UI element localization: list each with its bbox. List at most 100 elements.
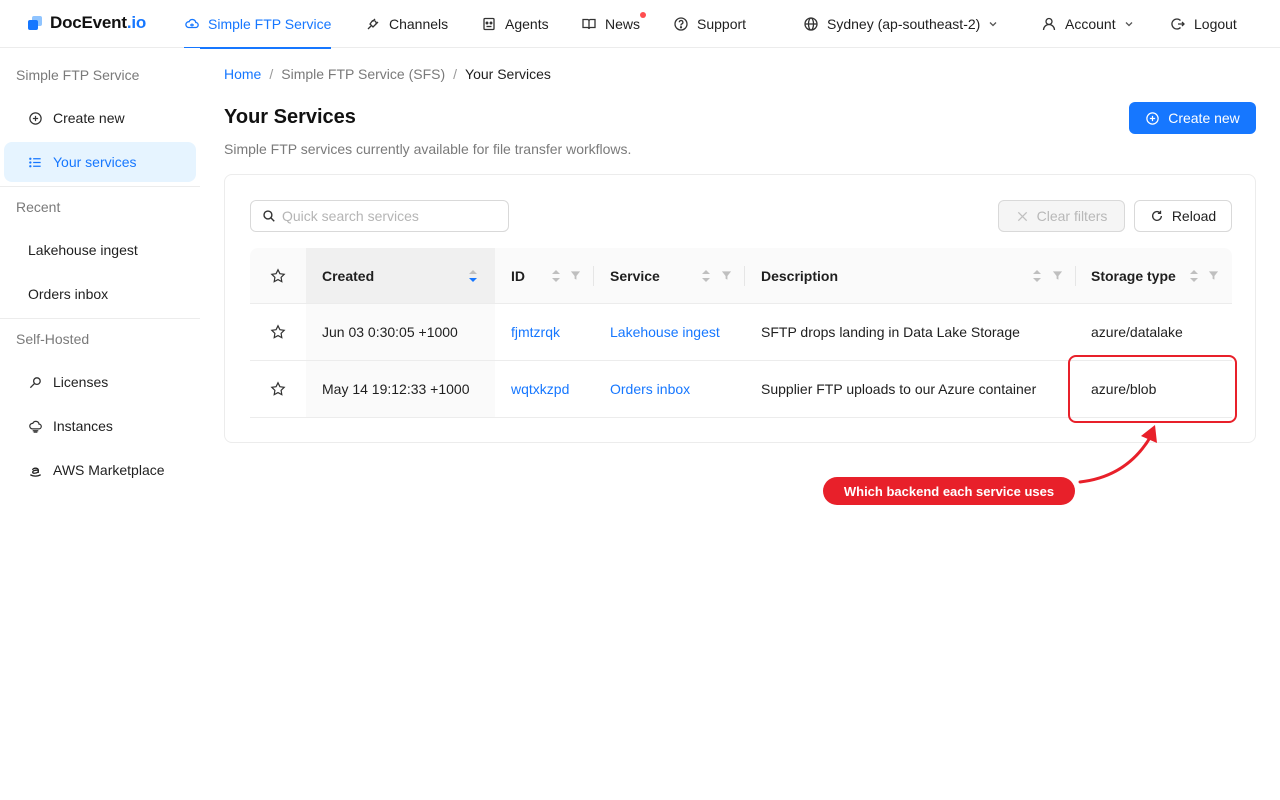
sidebar-item-label: AWS Marketplace (53, 462, 165, 478)
plus-circle-icon (1146, 111, 1159, 125)
sort-icon[interactable] (551, 268, 561, 284)
description-cell: Supplier FTP uploads to our Azure contai… (761, 381, 1037, 397)
sidebar-item-your-services[interactable]: Your services (4, 142, 196, 182)
question-circle-icon (674, 17, 688, 31)
nav-label: Simple FTP Service (208, 16, 332, 32)
page-subtitle: Simple FTP services currently available … (224, 141, 632, 157)
sidebar-item-lakehouse-ingest[interactable]: Lakehouse ingest (4, 230, 196, 270)
clear-filters-button: Clear filters (998, 200, 1125, 232)
breadcrumb-section[interactable]: Simple FTP Service (SFS) (281, 66, 445, 82)
sort-icon[interactable] (1189, 268, 1199, 284)
breadcrumb-separator: / (453, 66, 458, 82)
amazon-icon (29, 467, 42, 477)
sidebar-item-label: Your services (53, 154, 137, 170)
close-icon (1017, 211, 1027, 221)
button-label: Create new (1168, 110, 1240, 126)
filter-icon[interactable] (1208, 270, 1219, 281)
plus-circle-icon (29, 111, 42, 125)
column-label: Storage type (1091, 267, 1176, 284)
service-name-link[interactable]: Lakehouse ingest (610, 324, 720, 340)
sidebar-item-instances[interactable]: Instances (4, 406, 196, 446)
key-icon (29, 376, 41, 388)
favorite-toggle[interactable] (250, 304, 306, 360)
sidebar-item-label: Lakehouse ingest (28, 242, 138, 258)
nav-label: News (605, 16, 641, 32)
account-menu[interactable]: Account (1041, 0, 1134, 48)
cloud-icon (185, 18, 199, 29)
column-label: ID (511, 267, 525, 284)
plug-icon (367, 18, 379, 30)
top-navigation-bar: DocEvent.io Simple FTP Service Channels … (0, 0, 1280, 49)
sort-descending-icon[interactable] (468, 268, 478, 284)
star-icon (270, 324, 286, 339)
table-row[interactable]: Jun 03 0:30:05 +1000 fjmtzrqk Lakehouse … (250, 304, 1232, 361)
sidebar-item-create-new[interactable]: Create new (4, 98, 196, 138)
column-label: Service (610, 267, 660, 284)
service-cell: Orders inbox (594, 361, 745, 417)
button-label: Clear filters (1036, 208, 1108, 224)
favorite-toggle[interactable] (250, 361, 306, 417)
nav-support[interactable]: Support (673, 0, 746, 48)
brand-logo[interactable]: DocEvent.io (28, 13, 146, 33)
breadcrumb-home[interactable]: Home (224, 66, 261, 82)
column-header-created[interactable]: Created (306, 248, 495, 303)
breadcrumb-separator: / (269, 66, 274, 82)
table-header: Created ID Service Description Storage t… (250, 248, 1232, 304)
book-icon (582, 18, 596, 30)
nav-news[interactable]: News (581, 0, 647, 48)
sidebar-item-orders-inbox[interactable]: Orders inbox (4, 274, 196, 314)
sidebar-item-licenses[interactable]: Licenses (4, 362, 196, 402)
filter-icon[interactable] (1052, 270, 1063, 281)
nav-channels[interactable]: Channels (365, 0, 448, 48)
chevron-down-icon (989, 22, 997, 27)
globe-icon (804, 17, 818, 31)
created-cell: Jun 03 0:30:05 +1000 (306, 304, 495, 360)
annotation-highlight-box (1068, 355, 1237, 423)
star-column-header[interactable] (250, 248, 306, 303)
created-cell: May 14 19:12:33 +1000 (306, 361, 495, 417)
logo-icon (28, 16, 42, 30)
nav-simple-ftp-service[interactable]: Simple FTP Service (184, 0, 332, 49)
sidebar-item-label: Instances (53, 418, 113, 434)
star-icon (270, 381, 286, 396)
star-icon (270, 267, 286, 283)
filter-icon[interactable] (721, 270, 732, 281)
notification-dot (640, 12, 647, 18)
search-box[interactable] (250, 200, 509, 232)
sidebar-item-label: Licenses (53, 374, 109, 390)
reload-icon (1151, 210, 1162, 221)
reload-button[interactable]: Reload (1134, 200, 1232, 232)
sidebar-item-aws-marketplace[interactable]: AWS Marketplace (4, 450, 196, 490)
brand-name: DocEvent.io (50, 13, 147, 32)
sort-icon[interactable] (701, 268, 711, 284)
logout-label: Logout (1194, 16, 1237, 32)
button-label: Reload (1171, 208, 1217, 224)
sidebar-group-title: Simple FTP Service (16, 67, 140, 83)
nav-label: Support (697, 16, 747, 32)
column-label: Description (761, 267, 839, 284)
search-input[interactable] (282, 208, 492, 224)
sidebar-group-title: Recent (16, 199, 61, 215)
sort-icon[interactable] (1032, 268, 1042, 284)
search-icon (263, 210, 275, 222)
service-name-link[interactable]: Orders inbox (610, 381, 690, 397)
cloud-server-icon (29, 420, 42, 433)
divider (0, 318, 200, 319)
filter-icon[interactable] (570, 270, 581, 281)
divider (0, 186, 200, 187)
region-selector[interactable]: Sydney (ap-southeast-2) (803, 0, 998, 48)
region-label: Sydney (ap-southeast-2) (827, 16, 981, 32)
page-title: Your Services (224, 106, 356, 128)
create-new-button[interactable]: Create new (1129, 102, 1256, 134)
robot-icon (483, 17, 495, 31)
logout-button[interactable]: Logout (1170, 0, 1237, 48)
logout-icon (1171, 18, 1185, 30)
sidebar: Simple FTP Service Create new Your servi… (0, 48, 200, 800)
user-icon (1042, 17, 1056, 31)
service-id-link[interactable]: fjmtzrqk (511, 324, 560, 340)
service-id-link[interactable]: wqtxkzpd (511, 381, 569, 397)
annotation-arrow-icon (1078, 425, 1157, 484)
nav-agents[interactable]: Agents (481, 0, 549, 48)
list-icon (29, 157, 41, 167)
column-header-description[interactable]: Description (745, 248, 1075, 303)
